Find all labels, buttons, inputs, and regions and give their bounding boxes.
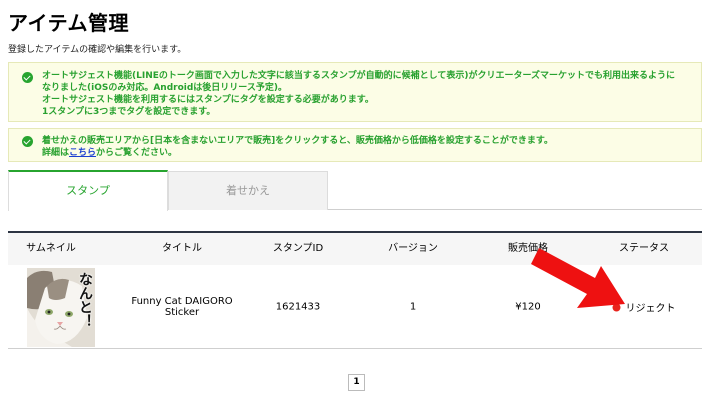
check-circle-icon [22, 136, 33, 147]
column-header-thumbnail: サムネイル [26, 243, 76, 254]
stamp-id: 1621433 [275, 301, 321, 313]
theme-price-notice: 着せかえの販売エリアから[日本を含まないエリアで販売]をクリックすると、販売価格… [8, 128, 702, 162]
cat-sticker-thumbnail[interactable]: なんと！ [27, 268, 95, 347]
check-circle-icon [22, 72, 33, 83]
notice-line: なりました(iOSのみ対応。Androidは後日リリース予定)。 [42, 83, 287, 93]
notice-line: オートサジェスト機能(LINEのトーク画面で入力した文字に該当するスタンプが自動… [42, 71, 676, 81]
column-header-title: タイトル [162, 243, 202, 254]
column-header-version: バージョン [388, 243, 438, 254]
notice-line: 詳細はこちらからご覧ください。 [42, 147, 691, 159]
page-subtitle: 登録したアイテムの確認や編集を行います。 [8, 45, 187, 55]
notice-line: オートサジェスト機能を利用するにはスタンプにタグを設定する必要があります。 [42, 95, 374, 105]
page-title: アイテム管理 [8, 11, 129, 35]
notice-text: 詳細は [42, 148, 70, 158]
version: 1 [409, 301, 417, 313]
tab-stamp[interactable]: スタンプ [8, 170, 168, 211]
autosuggest-notice: オートサジェスト機能(LINEのトーク画面で入力した文字に該当するスタンプが自動… [8, 62, 702, 122]
item-type-tabs: スタンプ 着せかえ [8, 170, 702, 211]
notice-line: 着せかえの販売エリアから[日本を含まないエリアで販売]をクリックすると、販売価格… [42, 136, 553, 146]
sticker-caption: なんと！ [77, 272, 93, 328]
details-link[interactable]: こちら [69, 148, 96, 158]
tab-theme[interactable]: 着せかえ [168, 171, 328, 210]
red-arrow-icon [531, 248, 625, 308]
notice-text: からご覧ください。 [96, 148, 178, 158]
column-header-stamp-id: スタンプID [272, 243, 324, 254]
pagination-page-1[interactable]: 1 [348, 374, 365, 391]
sticker-title[interactable]: Funny Cat DAIGORO Sticker [127, 296, 237, 318]
notice-line: 1スタンプに3つまでタグを設定できます。 [42, 107, 216, 117]
